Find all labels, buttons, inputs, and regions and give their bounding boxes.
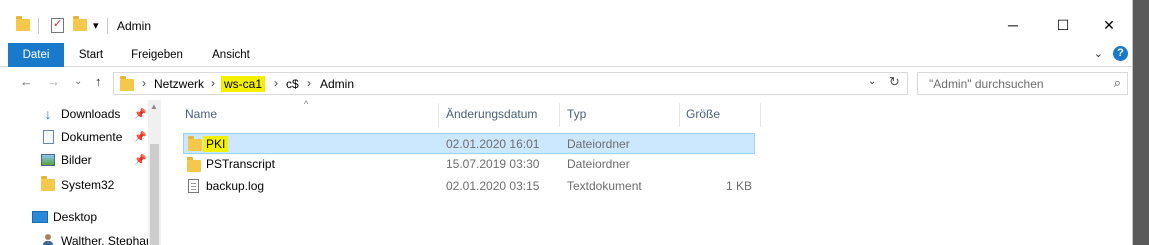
back-button[interactable]: ← — [20, 74, 33, 89]
qa-dropdown-icon[interactable]: ▾ — [93, 14, 99, 36]
breadcrumb-separator[interactable]: › — [142, 76, 146, 90]
nav-item-downloads[interactable]: ↓ Downloads — [40, 104, 121, 124]
desktop-icon — [32, 209, 48, 225]
tab-ansicht[interactable]: Ansicht — [203, 43, 259, 67]
breadcrumb-separator[interactable]: › — [307, 76, 311, 90]
recent-locations-button[interactable]: ⌄ — [74, 76, 82, 87]
folder-icon — [187, 157, 201, 172]
qa-separator — [38, 18, 39, 34]
file-row-pstranscript[interactable]: PSTranscript 15.07.2019 03:30 Dateiordne… — [183, 154, 755, 175]
pin-icon[interactable]: 📌 — [134, 132, 146, 143]
pictures-icon — [40, 152, 56, 168]
nav-item-label: Desktop — [53, 210, 98, 224]
help-icon[interactable]: ? — [1113, 46, 1128, 61]
nav-scrollbar[interactable]: ▲ — [148, 100, 161, 245]
download-icon: ↓ — [44, 106, 52, 122]
column-divider[interactable] — [679, 103, 680, 127]
file-row-pki[interactable]: PKI 02.01.2020 16:01 Dateiordner — [183, 133, 755, 154]
nav-item-system32[interactable]: System32 — [40, 175, 114, 195]
text-file-icon — [188, 179, 199, 193]
nav-item-bilder[interactable]: Bilder — [40, 150, 92, 170]
properties-icon[interactable] — [51, 14, 64, 36]
file-type: Textdokument — [567, 179, 642, 193]
breadcrumb-ws-ca1[interactable]: ws-ca1 — [221, 76, 266, 92]
breadcrumb-c-share[interactable]: c$ — [286, 77, 299, 91]
scrollbar-thumb[interactable] — [150, 144, 159, 245]
nav-item-label: Dokumente — [61, 130, 123, 144]
new-folder-icon[interactable] — [73, 14, 87, 36]
file-row-backup-log[interactable]: backup.log 02.01.2020 03:15 Textdokument… — [183, 176, 755, 197]
file-type: Dateiordner — [567, 157, 630, 171]
nav-item-label: Downloads — [61, 107, 121, 121]
window-title: Admin — [117, 19, 152, 33]
navigation-pane: ↓ Downloads 📌 Dokumente 📌 Bilder 📌 Syste… — [0, 100, 162, 245]
column-header-date[interactable]: Änderungsdatum — [446, 107, 537, 125]
pin-icon[interactable]: 📌 — [134, 155, 146, 166]
pin-icon[interactable]: 📌 — [134, 109, 146, 120]
nav-item-dokumente[interactable]: Dokumente — [40, 127, 122, 147]
column-divider[interactable] — [760, 103, 761, 127]
nav-item-label: System32 — [61, 178, 115, 192]
breadcrumb-netzwerk[interactable]: Netzwerk — [154, 77, 204, 91]
refresh-icon[interactable]: ↻ — [889, 74, 900, 90]
search-icon[interactable]: ⌕ — [1114, 75, 1121, 91]
forward-button[interactable]: → — [47, 74, 60, 89]
nav-item-label: Bilder — [61, 153, 92, 167]
user-icon — [40, 233, 56, 245]
file-date: 15.07.2019 03:30 — [446, 157, 540, 171]
file-name: backup.log — [206, 179, 265, 193]
minimize-button[interactable]: ─ — [990, 10, 1036, 40]
nav-item-user[interactable]: Walther, Stephan — [40, 231, 153, 245]
file-name: PKI — [203, 136, 229, 152]
folder-icon — [40, 176, 56, 193]
ribbon-tabs: Datei Start Freigeben Ansicht ⌄ ? — [0, 43, 1132, 67]
tab-start[interactable]: Start — [68, 43, 114, 67]
tab-datei[interactable]: Datei — [8, 43, 64, 67]
address-folder-icon — [120, 76, 134, 91]
breadcrumb-admin[interactable]: Admin — [320, 77, 354, 91]
window-folder-icon[interactable] — [16, 14, 30, 36]
file-date: 02.01.2020 16:01 — [446, 137, 540, 151]
breadcrumb-separator[interactable]: › — [274, 76, 278, 90]
close-button[interactable]: ✕ — [1086, 10, 1132, 40]
nav-item-desktop[interactable]: Desktop — [32, 207, 97, 227]
maximize-button[interactable]: ☐ — [1040, 10, 1086, 40]
address-bar[interactable]: › Netzwerk › ws-ca1 › c$ › Admin — [113, 72, 908, 95]
address-dropdown-icon[interactable]: ⌄ — [868, 76, 876, 87]
column-divider[interactable] — [438, 103, 439, 127]
explorer-window: ▾ Admin ─ ☐ ✕ Datei Start Freigeben Ansi… — [0, 0, 1133, 245]
search-input[interactable]: "Admin" durchsuchen ⌕ — [917, 72, 1128, 95]
ribbon-expand-icon[interactable]: ⌄ — [1094, 47, 1103, 60]
file-name: PSTranscript — [206, 157, 275, 171]
file-size: 1 KB — [725, 179, 752, 193]
column-header-type[interactable]: Typ — [567, 107, 586, 125]
title-separator — [107, 18, 108, 34]
nav-item-label: Walther, Stephan — [61, 234, 153, 245]
tab-freigeben[interactable]: Freigeben — [123, 43, 191, 67]
breadcrumb-separator[interactable]: › — [211, 76, 215, 90]
folder-icon — [188, 136, 202, 151]
file-date: 02.01.2020 03:15 — [446, 179, 540, 193]
column-header-size[interactable]: Größe — [686, 107, 720, 125]
up-button[interactable]: ↑ — [95, 74, 102, 89]
column-divider[interactable] — [559, 103, 560, 127]
scroll-up-icon[interactable]: ▲ — [150, 102, 158, 111]
search-placeholder: "Admin" durchsuchen — [929, 77, 1044, 91]
documents-icon — [40, 129, 56, 145]
title-bar: ▾ Admin ─ ☐ ✕ — [0, 0, 1132, 40]
column-header-name[interactable]: Name — [185, 107, 217, 125]
sort-ascending-icon: ^ — [304, 99, 309, 109]
file-type: Dateiordner — [567, 137, 630, 151]
